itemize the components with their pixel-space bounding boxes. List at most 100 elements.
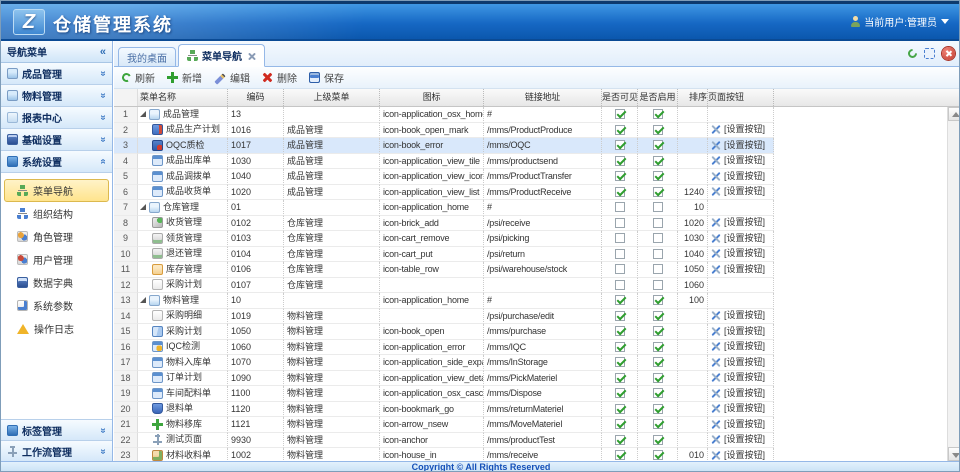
enabled-checkbox[interactable] bbox=[653, 295, 663, 305]
page-button-link[interactable]: [设置按钮] bbox=[724, 340, 765, 355]
scroll-down-icon[interactable] bbox=[948, 447, 960, 461]
visible-checkbox[interactable] bbox=[615, 249, 625, 259]
table-row[interactable]: 10退还管理0104仓库管理icon-cart_put/psi/return10… bbox=[114, 247, 774, 263]
column-header-链接地址[interactable]: 链接地址 bbox=[484, 89, 602, 106]
page-button-link[interactable]: [设置按钮] bbox=[724, 448, 765, 461]
sidebar-item-操作日志[interactable]: 操作日志 bbox=[4, 317, 109, 340]
table-row[interactable]: 4成品出库单1030成品管理icon-application_view_tile… bbox=[114, 154, 774, 170]
visible-checkbox[interactable] bbox=[615, 404, 625, 414]
table-row[interactable]: 16IQC检测1060物料管理icon-application_error/mm… bbox=[114, 340, 774, 356]
delete-button[interactable]: 删除 bbox=[262, 70, 297, 85]
sidebar-item-菜单导航[interactable]: 菜单导航 bbox=[4, 179, 109, 202]
tab-my-desktop[interactable]: 我的桌面 bbox=[118, 47, 176, 67]
sidebar-panel-物料管理[interactable]: 物料管理» bbox=[1, 85, 112, 107]
enabled-checkbox[interactable] bbox=[653, 311, 663, 321]
column-header-菜单名称[interactable]: 菜单名称 bbox=[138, 89, 228, 106]
visible-checkbox[interactable] bbox=[615, 295, 625, 305]
edit-button[interactable]: 编辑 bbox=[214, 70, 250, 85]
scroll-up-icon[interactable] bbox=[948, 107, 960, 121]
tree-expand-icon[interactable] bbox=[140, 111, 146, 117]
table-row[interactable]: 5成品调拨单1040成品管理icon-application_view_icon… bbox=[114, 169, 774, 185]
column-header-是否可见[interactable]: 是否可见 bbox=[602, 89, 638, 106]
visible-checkbox[interactable] bbox=[615, 419, 625, 429]
page-button-link[interactable]: [设置按钮] bbox=[724, 324, 765, 339]
page-button-link[interactable]: [设置按钮] bbox=[724, 123, 765, 138]
visible-checkbox[interactable] bbox=[615, 435, 625, 445]
table-row[interactable]: 3OQC质检1017成品管理icon-book_error/mms/OQC[设置… bbox=[114, 138, 774, 154]
enabled-checkbox[interactable] bbox=[653, 233, 663, 243]
visible-checkbox[interactable] bbox=[615, 233, 625, 243]
column-header-页面按钮[interactable]: 页面按钮 bbox=[708, 89, 774, 106]
table-row[interactable]: 13物料管理10icon-application_home#100 bbox=[114, 293, 774, 309]
visible-checkbox[interactable] bbox=[615, 311, 625, 321]
page-button-link[interactable]: [设置按钮] bbox=[724, 417, 765, 432]
current-user-menu[interactable]: 当前用户:管理员 bbox=[850, 14, 949, 29]
sidebar-panel-成品管理[interactable]: 成品管理» bbox=[1, 63, 112, 85]
table-row[interactable]: 21物料移库1121物料管理icon-arrow_nsew/mms/MoveMa… bbox=[114, 417, 774, 433]
page-button-link[interactable]: [设置按钮] bbox=[724, 309, 765, 324]
sidebar-item-角色管理[interactable]: 角色管理 bbox=[4, 225, 109, 248]
visible-checkbox[interactable] bbox=[615, 450, 625, 460]
sidebar-collapse-icon[interactable]: « bbox=[100, 46, 106, 58]
sidebar-panel-系统设置[interactable]: 系统设置» bbox=[1, 151, 112, 173]
table-row[interactable]: 9领货管理0103仓库管理icon-cart_remove/psi/pickin… bbox=[114, 231, 774, 247]
enabled-checkbox[interactable] bbox=[653, 140, 663, 150]
page-button-link[interactable]: [设置按钮] bbox=[724, 262, 765, 277]
table-row[interactable]: 14采购明细1019物料管理/psi/purchase/edit[设置按钮] bbox=[114, 309, 774, 325]
table-row[interactable]: 18订单计划1090物料管理icon-application_view_deta… bbox=[114, 371, 774, 387]
visible-checkbox[interactable] bbox=[615, 280, 625, 290]
tree-expand-icon[interactable] bbox=[140, 204, 146, 210]
enabled-checkbox[interactable] bbox=[653, 373, 663, 383]
sidebar-item-数据字典[interactable]: 数据字典 bbox=[4, 271, 109, 294]
column-header-上级菜单[interactable]: 上级菜单 bbox=[284, 89, 380, 106]
enabled-checkbox[interactable] bbox=[653, 357, 663, 367]
enabled-checkbox[interactable] bbox=[653, 280, 663, 290]
visible-checkbox[interactable] bbox=[615, 264, 625, 274]
enabled-checkbox[interactable] bbox=[653, 326, 663, 336]
panel-close-icon[interactable] bbox=[942, 47, 955, 60]
visible-checkbox[interactable] bbox=[615, 326, 625, 336]
visible-checkbox[interactable] bbox=[615, 140, 625, 150]
enabled-checkbox[interactable] bbox=[653, 388, 663, 398]
visible-checkbox[interactable] bbox=[615, 171, 625, 181]
table-row[interactable]: 12采购计划0107仓库管理1060 bbox=[114, 278, 774, 294]
visible-checkbox[interactable] bbox=[615, 187, 625, 197]
enabled-checkbox[interactable] bbox=[653, 264, 663, 274]
table-row[interactable]: 19车间配料单1100物料管理icon-application_osx_casc… bbox=[114, 386, 774, 402]
table-row[interactable]: 6成品收货单1020成品管理icon-application_view_list… bbox=[114, 185, 774, 201]
enabled-checkbox[interactable] bbox=[653, 342, 663, 352]
enabled-checkbox[interactable] bbox=[653, 450, 663, 460]
visible-checkbox[interactable] bbox=[615, 342, 625, 352]
sidebar-panel-工作流管理[interactable]: 工作流管理» bbox=[1, 440, 112, 461]
panel-restore-icon[interactable] bbox=[924, 48, 935, 59]
enabled-checkbox[interactable] bbox=[653, 218, 663, 228]
add-button[interactable]: 新增 bbox=[167, 70, 202, 85]
sidebar-item-系统参数[interactable]: 系统参数 bbox=[4, 294, 109, 317]
sidebar-panel-标签管理[interactable]: 标签管理» bbox=[1, 419, 112, 440]
enabled-checkbox[interactable] bbox=[653, 435, 663, 445]
enabled-checkbox[interactable] bbox=[653, 404, 663, 414]
tree-expand-icon[interactable] bbox=[140, 297, 146, 303]
enabled-checkbox[interactable] bbox=[653, 125, 663, 135]
enabled-checkbox[interactable] bbox=[653, 109, 663, 119]
enabled-checkbox[interactable] bbox=[653, 156, 663, 166]
page-button-link[interactable]: [设置按钮] bbox=[724, 216, 765, 231]
visible-checkbox[interactable] bbox=[615, 218, 625, 228]
tab-menu-navigation[interactable]: 菜单导航 bbox=[178, 44, 265, 67]
sidebar-panel-基础设置[interactable]: 基础设置» bbox=[1, 129, 112, 151]
table-row[interactable]: 1成品管理13icon-application_osx_home# bbox=[114, 107, 774, 123]
table-row[interactable]: 22测试页面9930物料管理icon-anchor/mms/productTes… bbox=[114, 433, 774, 449]
refresh-button[interactable]: 刷新 bbox=[122, 70, 155, 85]
visible-checkbox[interactable] bbox=[615, 125, 625, 135]
column-header-排序[interactable]: 排序 bbox=[678, 89, 708, 106]
page-button-link[interactable]: [设置按钮] bbox=[724, 169, 765, 184]
visible-checkbox[interactable] bbox=[615, 202, 625, 212]
table-row[interactable]: 15采购计划1050物料管理icon-book_open/mms/purchas… bbox=[114, 324, 774, 340]
visible-checkbox[interactable] bbox=[615, 388, 625, 398]
visible-checkbox[interactable] bbox=[615, 357, 625, 367]
table-row[interactable]: 7仓库管理01icon-application_home#10 bbox=[114, 200, 774, 216]
page-button-link[interactable]: [设置按钮] bbox=[724, 185, 765, 200]
enabled-checkbox[interactable] bbox=[653, 187, 663, 197]
enabled-checkbox[interactable] bbox=[653, 419, 663, 429]
sidebar-item-组织结构[interactable]: 组织结构 bbox=[4, 202, 109, 225]
